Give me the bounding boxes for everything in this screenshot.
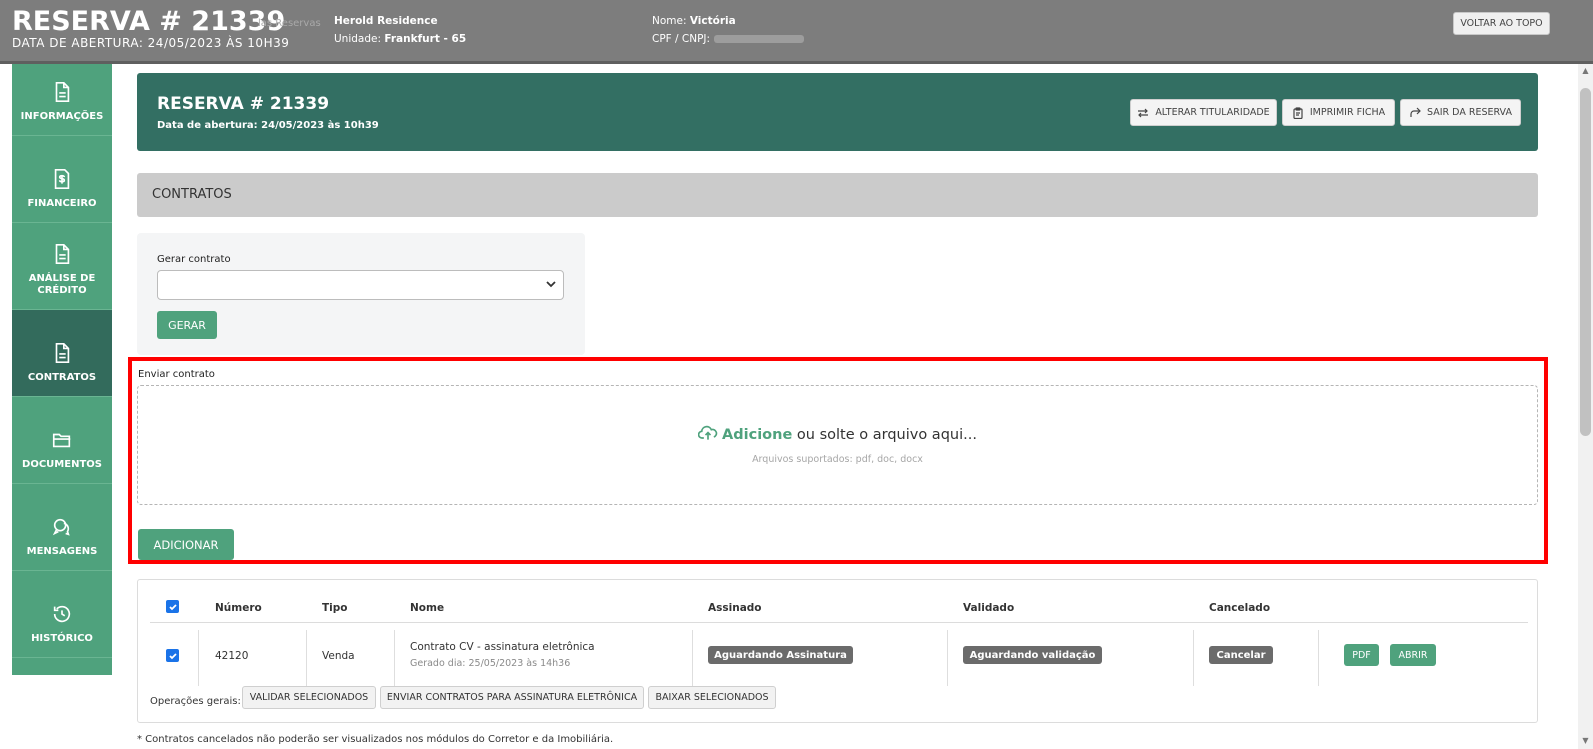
- operacoes-gerais-label: Operações gerais:: [150, 696, 241, 707]
- sidebar-item-contratos[interactable]: CONTRATOS: [12, 310, 112, 397]
- cpf-info: CPF / CNPJ:: [652, 33, 805, 45]
- alterar-titularidade-label: ALTERAR TITULARIDADE: [1155, 107, 1270, 118]
- row-checkbox[interactable]: [166, 649, 179, 662]
- status-badge-validado: Aguardando validação: [963, 646, 1102, 664]
- sidebar-item-documentos[interactable]: DOCUMENTOS: [12, 397, 112, 484]
- sidebar-item-historico[interactable]: HISTÓRICO: [12, 571, 112, 658]
- enviar-assinatura-button[interactable]: ENVIAR CONTRATOS PARA ASSINATURA ELETRÔN…: [380, 686, 644, 709]
- history-icon: [53, 605, 71, 623]
- document-icon: [55, 244, 70, 264]
- section-title: CONTRATOS: [152, 187, 232, 202]
- sidebar: INFORMAÇÕES FINANCEIRO ANÁLISE DE CRÉDIT…: [12, 64, 112, 675]
- sidebar-item-label: MENSAGENS: [26, 546, 98, 557]
- sticky-header: RESERVA # 21339 DATA DE ABERTURA: 24/05/…: [0, 0, 1593, 64]
- breadcrumb-ghost: las Reservas: [258, 18, 321, 29]
- share-arrow-icon: [1410, 107, 1421, 117]
- cell-numero: 42120: [215, 650, 249, 662]
- generate-contract-label: Gerar contrato: [157, 254, 231, 265]
- money-document-icon: [54, 169, 70, 189]
- column-header-tipo: Tipo: [322, 602, 348, 614]
- status-badge-assinado: Aguardando Assinatura: [708, 646, 853, 664]
- imprimir-ficha-button[interactable]: IMPRIMIR FICHA: [1282, 99, 1395, 126]
- sidebar-item-label: CONTRATOS: [27, 372, 97, 383]
- sidebar-item-label: INFORMAÇÕES: [20, 111, 104, 122]
- pdf-button[interactable]: PDF: [1344, 644, 1379, 666]
- select-all-checkbox[interactable]: [166, 600, 179, 613]
- unidade-info: Unidade: Frankfurt - 65: [334, 33, 467, 45]
- sidebar-item-label: HISTÓRICO: [31, 633, 93, 644]
- sidebar-item-label: DOCUMENTOS: [22, 459, 102, 470]
- sair-reserva-label: SAIR DA RESERVA: [1427, 107, 1512, 118]
- column-divider: [947, 630, 948, 686]
- imprimir-ficha-label: IMPRIMIR FICHA: [1309, 107, 1386, 118]
- swap-arrows-icon: [1138, 108, 1149, 117]
- column-header-validado: Validado: [963, 602, 1015, 614]
- contracts-table: Número Tipo Nome Assinado Validado Cance…: [137, 579, 1538, 723]
- cancelled-contracts-note: * Contratos cancelados não poderão ser v…: [137, 734, 614, 745]
- scroll-down-icon[interactable]: ▼: [1580, 736, 1591, 748]
- column-divider: [1193, 630, 1194, 686]
- sair-reserva-button[interactable]: SAIR DA RESERVA: [1400, 99, 1521, 126]
- sidebar-item-informacoes[interactable]: INFORMAÇÕES: [12, 64, 112, 136]
- sidebar-item-analise-credito[interactable]: ANÁLISE DE CRÉDITO: [12, 223, 112, 310]
- folder-icon: [52, 433, 71, 448]
- sticky-reservation-title: RESERVA # 21339: [12, 6, 286, 37]
- column-header-nome: Nome: [410, 602, 445, 614]
- validar-selecionados-button[interactable]: VALIDAR SELECIONADOS: [242, 686, 376, 709]
- back-to-top-button[interactable]: VOLTAR AO TOPO: [1453, 12, 1550, 35]
- baixar-selecionados-button[interactable]: BAIXAR SELECIONADOS: [648, 686, 776, 709]
- empreendimento-name: Herold Residence: [334, 15, 438, 27]
- chevron-down-icon: [546, 281, 556, 288]
- chat-icon: [52, 518, 70, 536]
- generate-contract-panel: Gerar contrato GERAR: [137, 233, 585, 355]
- checkmark-icon: [168, 652, 177, 659]
- reservation-opening-date: Data de abertura: 24/05/2023 às 10h39: [157, 120, 379, 131]
- column-divider: [198, 630, 199, 686]
- sidebar-item-label: ANÁLISE DE CRÉDITO: [28, 273, 96, 296]
- alterar-titularidade-button[interactable]: ALTERAR TITULARIDADE: [1130, 99, 1277, 126]
- cancel-contract-button[interactable]: Cancelar: [1209, 646, 1273, 664]
- cell-nome: Contrato CV - assinatura eletrônica: [410, 641, 595, 653]
- checkmark-icon: [168, 603, 177, 610]
- document-icon: [55, 343, 70, 363]
- cpf-redacted: [714, 35, 805, 43]
- cell-gerado-date: Gerado dia: 25/05/2023 às 14h36: [410, 658, 571, 669]
- table-header-divider: [150, 622, 1528, 623]
- document-icon: [55, 82, 70, 102]
- column-divider: [692, 630, 693, 686]
- scrollbar-thumb[interactable]: [1580, 88, 1591, 436]
- column-header-numero: Número: [215, 602, 262, 614]
- gerar-button[interactable]: GERAR: [157, 311, 217, 339]
- reservation-header-card: RESERVA # 21339 Data de abertura: 24/05/…: [137, 73, 1538, 151]
- sidebar-item-mensagens[interactable]: MENSAGENS: [12, 484, 112, 571]
- reservation-title: RESERVA # 21339: [157, 94, 330, 114]
- sticky-opening-date: DATA DE ABERTURA: 24/05/2023 ÀS 10H39: [12, 36, 290, 50]
- abrir-button[interactable]: ABRIR: [1390, 644, 1436, 666]
- clipboard-icon: [1293, 106, 1303, 119]
- cell-tipo: Venda: [322, 650, 355, 662]
- contract-template-select[interactable]: [157, 270, 564, 300]
- column-divider: [394, 630, 395, 686]
- column-divider: [1318, 630, 1319, 686]
- sidebar-item-label: FINANCEIRO: [27, 198, 97, 209]
- client-name-info: Nome: Victória: [652, 15, 736, 27]
- highlight-box: [128, 357, 1548, 564]
- sidebar-item-financeiro[interactable]: FINANCEIRO: [12, 136, 112, 223]
- column-header-cancelado: Cancelado: [1209, 602, 1271, 614]
- section-title-bar: CONTRATOS: [137, 173, 1538, 217]
- scroll-up-icon[interactable]: ▲: [1580, 66, 1591, 78]
- column-divider: [306, 630, 307, 686]
- column-header-assinado: Assinado: [708, 602, 762, 614]
